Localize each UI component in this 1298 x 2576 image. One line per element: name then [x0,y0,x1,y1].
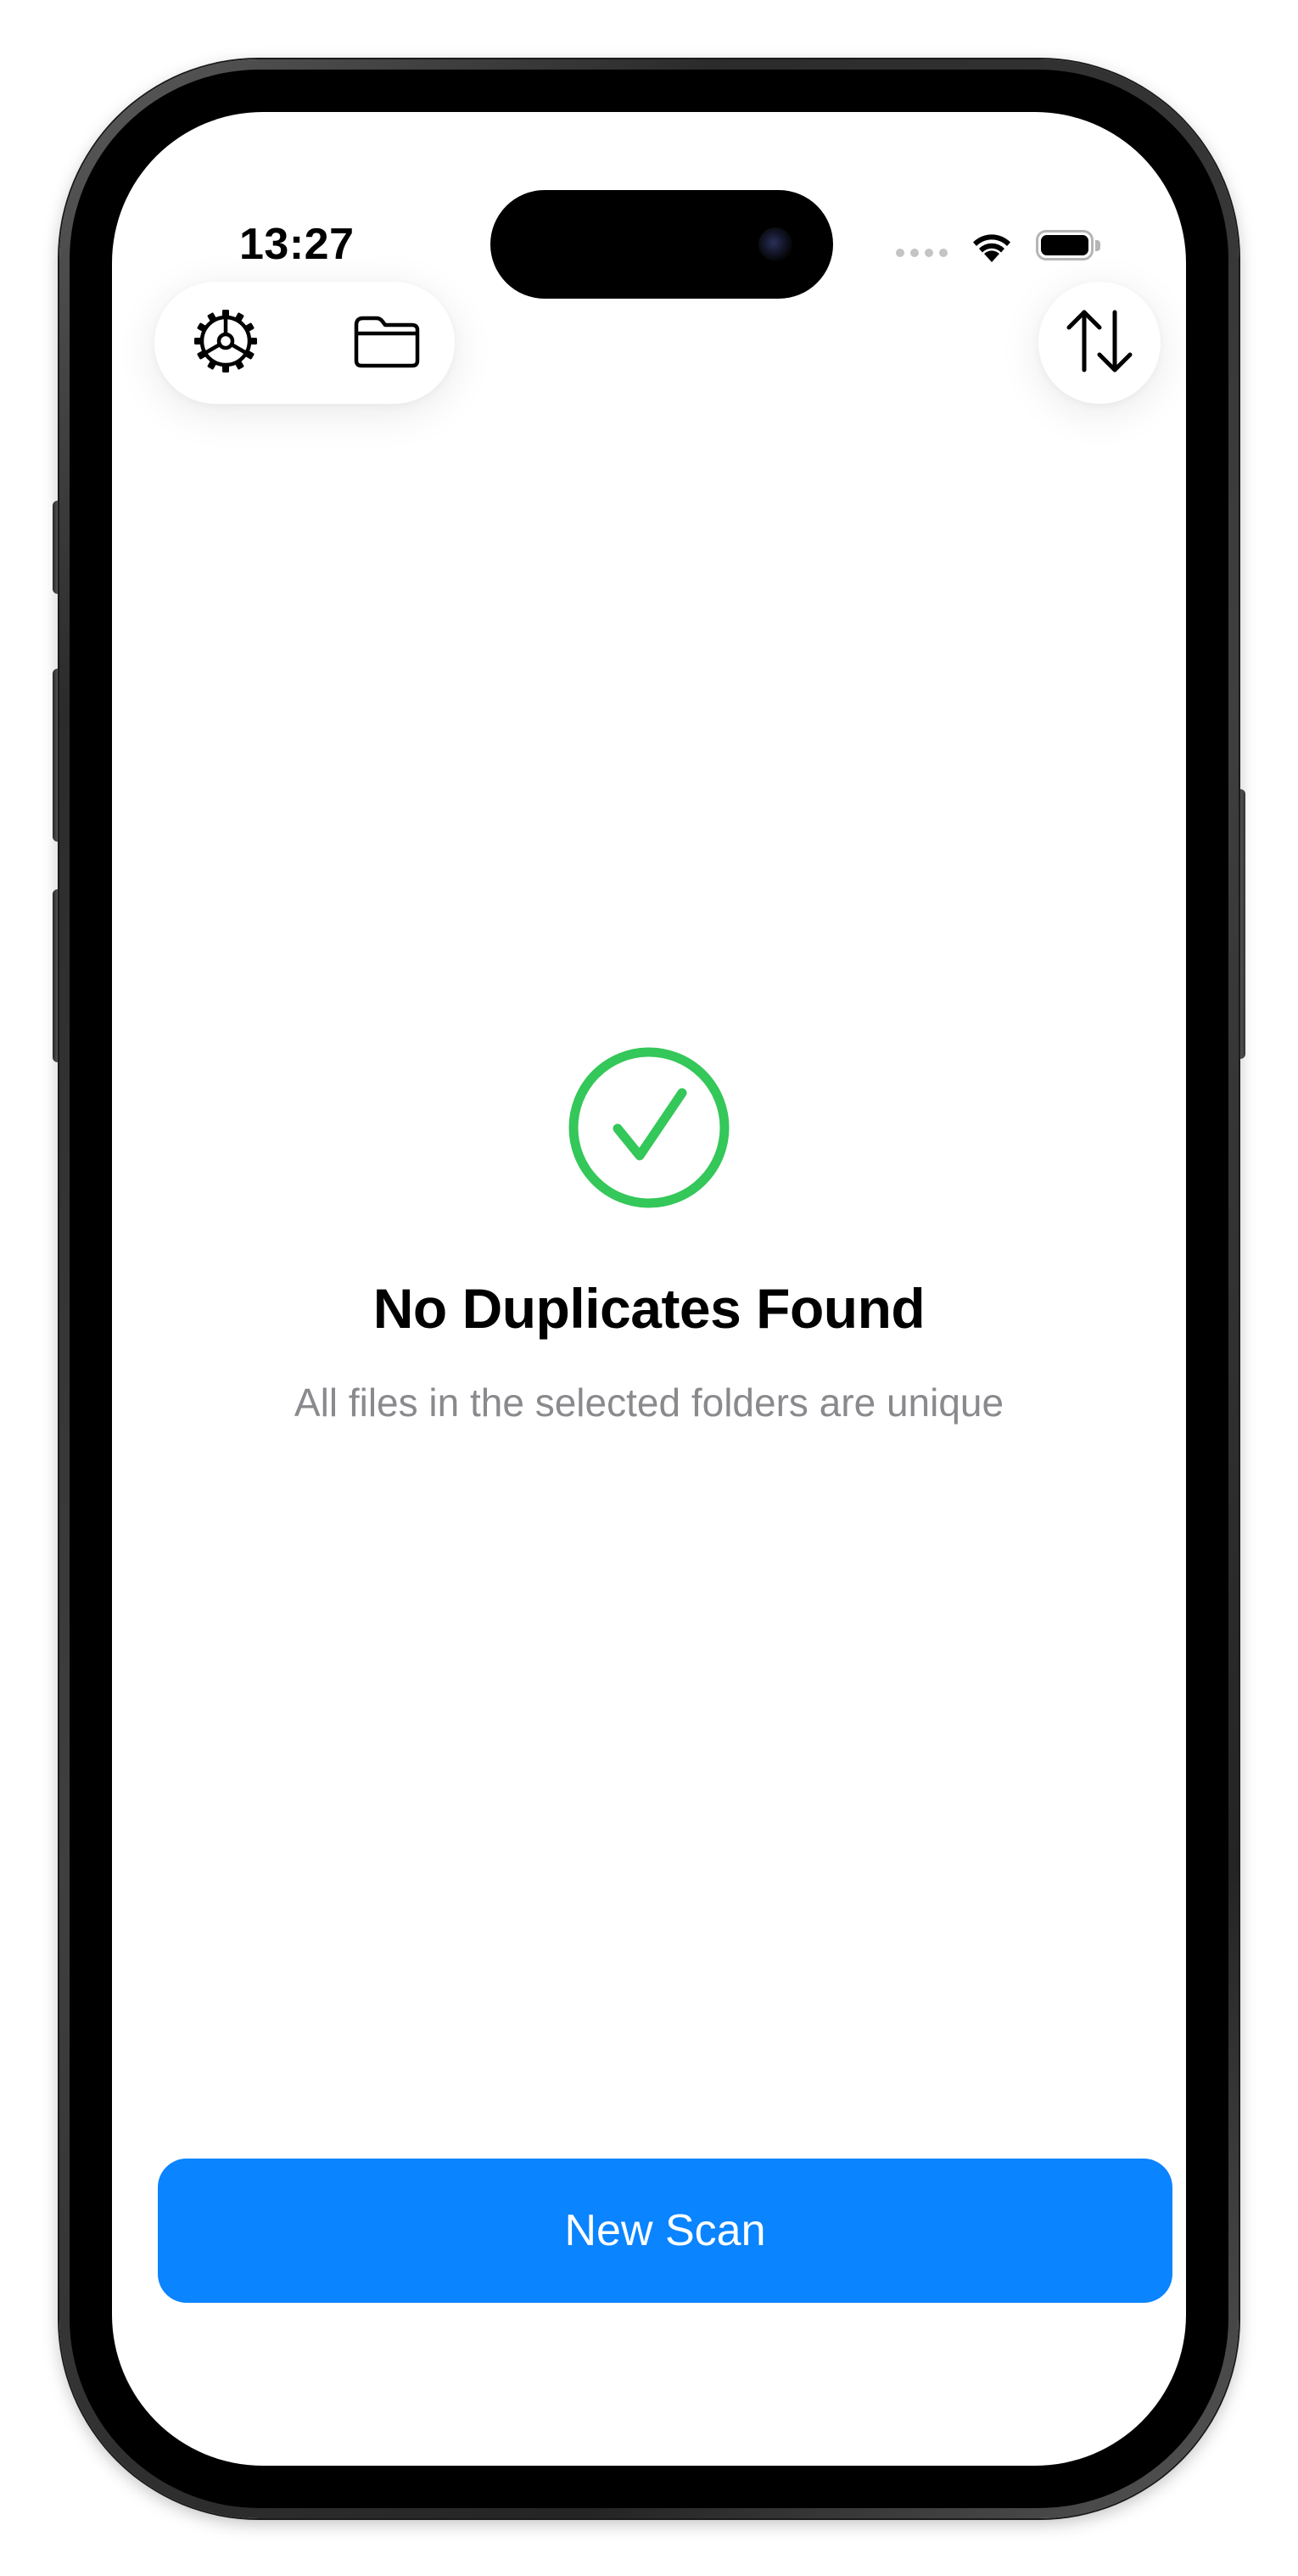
empty-state: No Duplicates Found All files in the sel… [112,1045,1186,1425]
toolbar-left-group [154,282,455,404]
sort-button[interactable] [1038,282,1161,404]
signal-dots-icon [896,249,948,257]
gear-icon [189,305,262,382]
checkmark-circle-icon [567,1045,731,1210]
battery-icon [1036,230,1102,262]
app-screen: 13:27 No Duplicates Found All files in t… [112,112,1186,2466]
status-indicators [896,226,1102,266]
folder-button[interactable] [344,300,429,385]
phone-bezel: 13:27 No Duplicates Found All files in t… [70,70,1228,2508]
empty-state-title: No Duplicates Found [372,1277,926,1340]
wifi-icon [970,228,1014,264]
dynamic-island [490,190,833,299]
phone-frame: 13:27 No Duplicates Found All files in t… [59,59,1239,2518]
sort-arrows-icon [1061,307,1138,379]
page: 13:27 No Duplicates Found All files in t… [0,0,1298,2576]
empty-state-subtitle: All files in the selected folders are un… [294,1380,1004,1425]
status-time: 13:27 [239,220,355,269]
folder-icon [351,311,422,375]
settings-button[interactable] [183,300,268,385]
front-camera-icon [758,227,792,261]
new-scan-button[interactable]: New Scan [158,2159,1172,2303]
